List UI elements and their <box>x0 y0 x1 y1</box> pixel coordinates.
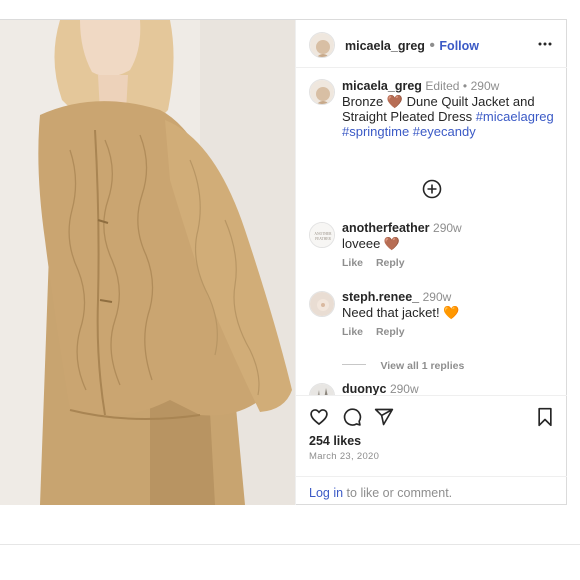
hashtags-springtime-eyecandy[interactable]: #springtime #eyecandy <box>342 124 476 139</box>
comment-body: loveee 🤎 <box>342 236 401 251</box>
edited-label: Edited <box>425 79 460 93</box>
post-photo[interactable] <box>0 20 295 505</box>
like-comment-button[interactable]: Like <box>342 257 363 269</box>
comment-text: anotherfeather 290w loveee 🤎 <box>342 221 462 251</box>
comment-actions: Like Reply <box>342 326 415 338</box>
login-prompt: Log in to like or comment. <box>296 476 567 506</box>
header-separator: • <box>429 37 440 54</box>
replies-divider <box>342 364 366 366</box>
bookmark-icon[interactable] <box>536 407 554 432</box>
reply-button[interactable]: Reply <box>376 326 405 338</box>
author-username[interactable]: micaela_greg <box>345 39 425 53</box>
page-divider <box>0 544 580 545</box>
comment-username[interactable]: steph.renee_ <box>342 290 419 304</box>
login-prompt-text: to like or comment. <box>346 486 453 500</box>
comment-icon[interactable] <box>342 407 362 432</box>
svg-text:ANOTHER: ANOTHER <box>314 232 332 236</box>
hashtag-micaelagreg[interactable]: #micaelagreg <box>476 109 554 124</box>
follow-button[interactable]: Follow <box>439 39 479 53</box>
photo-illustration <box>0 20 295 505</box>
likes-count[interactable]: 254 likes <box>309 434 361 448</box>
comments-area[interactable]: micaela_greg Edited • 290w Bronze 🤎 Dune… <box>296 69 567 395</box>
caption-text: micaela_greg Edited • 290w Bronze 🤎 Dune… <box>342 79 562 139</box>
post-date: March 23, 2020 <box>309 451 380 462</box>
comment-text: duonyc 290w 🤍🤍🤍 <box>342 382 419 395</box>
comment-time[interactable]: 290w <box>423 290 452 304</box>
comment-time[interactable]: 290w <box>433 221 462 235</box>
caption-avatar[interactable] <box>309 79 335 105</box>
reply-button[interactable]: Reply <box>376 257 405 269</box>
caption-text-start: Bronze <box>342 94 384 109</box>
comment-text: steph.renee_ 290w Need that jacket! 🧡 <box>342 290 459 320</box>
comment-item: ANOTHER FEATHER anotherfeather 290w lovee… <box>296 221 567 273</box>
caption-username[interactable]: micaela_greg <box>342 79 422 93</box>
post-header: micaela_greg • Follow <box>296 20 567 68</box>
view-replies[interactable]: View all 1 replies <box>342 356 464 374</box>
like-comment-button[interactable]: Like <box>342 326 363 338</box>
svg-text:FEATHER: FEATHER <box>315 237 331 241</box>
heart-icon[interactable] <box>309 407 329 432</box>
comment-item: duonyc 290w 🤍🤍🤍 <box>296 382 567 395</box>
view-replies-label[interactable]: View all 1 replies <box>380 360 464 372</box>
comment-actions: Like Reply <box>342 257 415 269</box>
login-link[interactable]: Log in <box>309 486 343 500</box>
action-bar: 254 likes March 23, 2020 Log in to like … <box>296 395 567 505</box>
caption: micaela_greg Edited • 290w Bronze 🤎 Dune… <box>296 79 567 149</box>
caption-separator: • <box>462 79 468 93</box>
commenter-avatar[interactable] <box>309 383 335 395</box>
comment-item: steph.renee_ 290w Need that jacket! 🧡 Li… <box>296 290 567 380</box>
caption-time[interactable]: 290w <box>471 79 500 93</box>
comment-username[interactable]: duonyc <box>342 382 386 395</box>
more-options-icon[interactable] <box>537 36 553 52</box>
plus-circle-icon[interactable] <box>422 179 442 199</box>
post-sidebar: micaela_greg • Follow micaela_greg Edite… <box>295 20 567 505</box>
instagram-post: micaela_greg • Follow micaela_greg Edite… <box>0 19 567 505</box>
comment-body: Need that jacket! 🧡 <box>342 305 460 320</box>
share-icon[interactable] <box>374 407 394 432</box>
comment-time[interactable]: 290w <box>390 382 419 395</box>
commenter-avatar[interactable] <box>309 291 335 317</box>
commenter-avatar[interactable]: ANOTHER FEATHER <box>309 222 335 248</box>
author-avatar[interactable] <box>309 32 335 58</box>
brown-heart-emoji: 🤎 <box>386 94 404 109</box>
comment-username[interactable]: anotherfeather <box>342 221 430 235</box>
header-text: micaela_greg • Follow <box>345 37 479 55</box>
